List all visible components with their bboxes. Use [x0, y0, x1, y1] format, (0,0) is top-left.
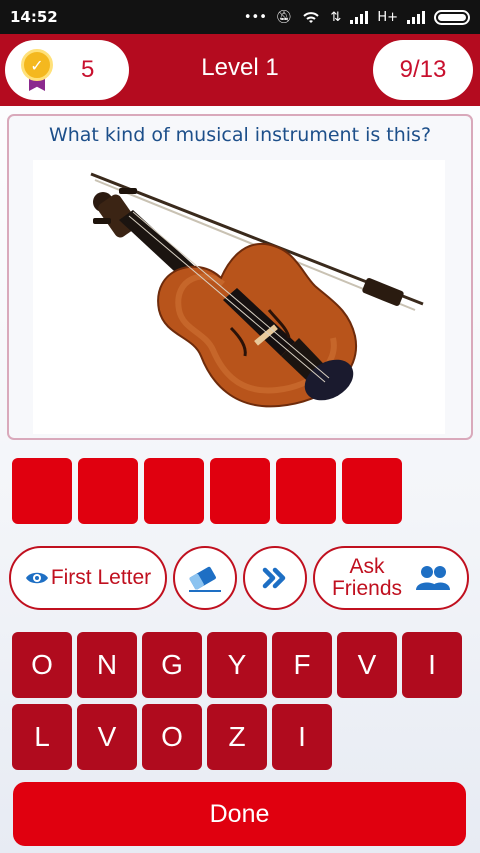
first-letter-label: First Letter — [50, 566, 152, 589]
coins-badge[interactable]: ✓ 5 — [5, 40, 129, 100]
coins-count: 5 — [81, 56, 95, 83]
top-bar: ✓ 5 Level 1 9/13 — [0, 34, 480, 106]
fast-forward-icon — [259, 562, 291, 594]
question-text: What kind of musical instrument is this? — [48, 124, 432, 146]
network-type: H+ — [377, 9, 398, 25]
ask-friends-label: Ask Friends — [332, 556, 402, 600]
skip-button[interactable] — [243, 546, 307, 610]
letter-key[interactable]: G — [142, 632, 202, 698]
remove-letters-button[interactable] — [173, 546, 237, 610]
signal-icon-2 — [407, 10, 425, 24]
violin-image — [33, 160, 445, 434]
letter-key[interactable]: Z — [207, 704, 267, 770]
eraser-icon — [189, 566, 221, 592]
ask-label-line1: Ask — [349, 555, 385, 578]
done-button[interactable]: Done — [13, 782, 466, 846]
medal-icon: ✓ — [17, 47, 57, 93]
level-progress: 9/13 — [373, 40, 473, 100]
friends-icon — [416, 566, 451, 590]
answer-slot[interactable] — [210, 458, 270, 524]
violin-illustration — [90, 172, 424, 408]
answer-slots — [12, 458, 402, 524]
letter-key[interactable]: L — [12, 704, 72, 770]
status-bar: 14:52 ••• 🔕︎ ⇅ H+ — [0, 0, 480, 34]
question-card: What kind of musical instrument is this? — [7, 114, 473, 440]
letter-key[interactable]: V — [77, 704, 137, 770]
letter-key[interactable]: O — [12, 632, 72, 698]
eye-icon — [25, 572, 48, 584]
answer-slot[interactable] — [144, 458, 204, 524]
answer-slot[interactable] — [78, 458, 138, 524]
letter-key[interactable]: F — [272, 632, 332, 698]
more-dots-icon: ••• — [243, 9, 267, 25]
answer-slot[interactable] — [342, 458, 402, 524]
signal-icon — [350, 10, 369, 24]
letter-key[interactable]: I — [402, 632, 462, 698]
letter-key[interactable]: I — [272, 704, 332, 770]
letter-key[interactable]: O — [142, 704, 202, 770]
wifi-icon — [303, 12, 320, 23]
battery-icon — [434, 9, 470, 25]
first-letter-button[interactable]: First Letter — [9, 546, 167, 610]
letter-key[interactable]: Y — [207, 632, 267, 698]
answer-slot[interactable] — [12, 458, 72, 524]
data-transfer-icon: ⇅ — [330, 9, 342, 25]
ask-label-line2: Friends — [331, 577, 403, 600]
ask-friends-button[interactable]: Ask Friends — [313, 546, 469, 610]
letter-key[interactable]: N — [77, 632, 137, 698]
status-icons: ••• 🔕︎ ⇅ H+ — [244, 9, 470, 25]
status-time: 14:52 — [10, 8, 58, 26]
letter-key[interactable]: V — [337, 632, 397, 698]
mute-icon: 🔕︎ — [275, 9, 293, 25]
answer-slot[interactable] — [276, 458, 336, 524]
